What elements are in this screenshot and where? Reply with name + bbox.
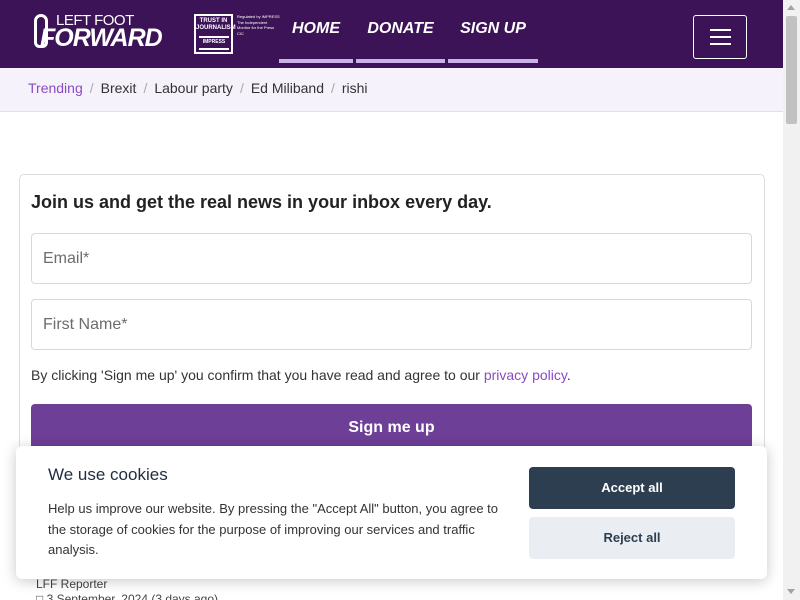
reject-all-button[interactable]: Reject all bbox=[529, 517, 735, 559]
breadcrumb-rishi[interactable]: rishi bbox=[342, 80, 368, 96]
nav-home-label: HOME bbox=[292, 20, 340, 37]
newsletter-title: Join us and get the real news in your in… bbox=[31, 192, 492, 212]
email-field[interactable] bbox=[31, 233, 752, 284]
breadcrumb-separator: / bbox=[89, 80, 94, 96]
menu-button[interactable] bbox=[693, 15, 747, 59]
impress-name: IMPRESS bbox=[202, 39, 226, 45]
nav-donate[interactable]: DONATE bbox=[356, 0, 445, 63]
breadcrumb: Trending / Brexit / Labour party / Ed Miliband… bbox=[28, 80, 368, 96]
consent-prefix: By clicking 'Sign me up' you confirm tha… bbox=[31, 367, 484, 383]
nav-signup[interactable]: SIGN UP bbox=[448, 0, 538, 63]
page-scrollbar[interactable] bbox=[783, 0, 800, 600]
site-logo[interactable]: LEFT FOOT FORWARD bbox=[34, 12, 174, 56]
cookie-title: We use cookies bbox=[48, 465, 168, 484]
logo-main-text: FORWARD bbox=[40, 24, 163, 52]
breadcrumb-separator: / bbox=[143, 80, 148, 96]
impress-small-text: Regulated by IMPRESS The Independent Mon… bbox=[237, 14, 280, 36]
impress-box: TRUST IN JOURNALISM IMPRESS bbox=[194, 14, 236, 54]
first-name-field[interactable] bbox=[31, 299, 752, 350]
breadcrumb-brexit[interactable]: Brexit bbox=[101, 80, 137, 96]
nav-signup-label: SIGN UP bbox=[460, 20, 526, 37]
hamburger-icon bbox=[710, 36, 731, 38]
hamburger-icon bbox=[710, 29, 731, 31]
consent-text: By clicking 'Sign me up' you confirm tha… bbox=[31, 367, 571, 383]
site-header: LEFT FOOT FORWARD TRUST IN JOURNALISM IMP… bbox=[0, 0, 783, 68]
consent-suffix: . bbox=[566, 367, 571, 383]
cookie-description: Help us improve our website. By pressing… bbox=[48, 501, 499, 557]
breadcrumb-separator: / bbox=[330, 80, 335, 96]
article-date: □ 3 September, 2024 (3 days ago) bbox=[36, 592, 219, 600]
breadcrumb-trending[interactable]: Trending bbox=[28, 80, 83, 96]
breadcrumb-separator: / bbox=[239, 80, 244, 96]
scroll-down-arrow-icon[interactable] bbox=[787, 589, 795, 594]
breadcrumb-labour-party[interactable]: Labour party bbox=[154, 80, 233, 96]
nav-donate-label: DONATE bbox=[367, 20, 434, 37]
impress-divider bbox=[199, 48, 229, 50]
cookie-banner: We use cookies Help us improve our websi… bbox=[16, 446, 767, 579]
privacy-policy-link[interactable]: privacy policy bbox=[484, 367, 567, 383]
impress-badge[interactable]: TRUST IN JOURNALISM IMPRESS Regulated by … bbox=[194, 14, 280, 54]
article-author[interactable]: LFF Reporter bbox=[36, 577, 107, 591]
nav-home[interactable]: HOME bbox=[279, 0, 353, 63]
scroll-thumb[interactable] bbox=[786, 16, 797, 124]
impress-divider bbox=[199, 36, 229, 38]
scroll-up-arrow-icon[interactable] bbox=[787, 5, 795, 10]
sign-me-up-button[interactable]: Sign me up bbox=[31, 404, 752, 452]
breadcrumb-ed-miliband[interactable]: Ed Miliband bbox=[251, 80, 324, 96]
hamburger-icon bbox=[710, 43, 731, 45]
accept-all-button[interactable]: Accept all bbox=[529, 467, 735, 509]
impress-line1: TRUST IN JOURNALISM bbox=[196, 18, 236, 31]
